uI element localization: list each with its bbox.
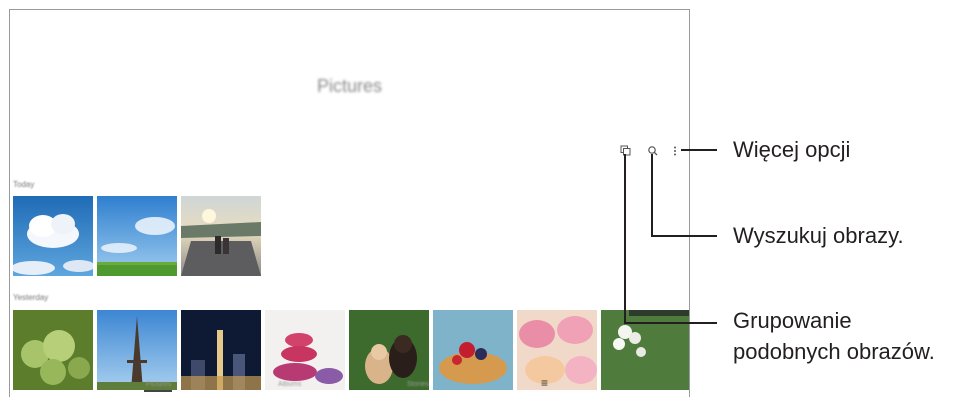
search-icon[interactable] bbox=[647, 144, 659, 156]
photo-thumbnail-sky-field[interactable] bbox=[97, 196, 177, 276]
section-label-yesterday: Yesterday bbox=[13, 293, 49, 302]
group-similar-icon[interactable] bbox=[620, 144, 632, 156]
callout-group-similar-line2: podobnych obrazów. bbox=[733, 339, 935, 364]
device-screen: Pictures Today Yesterday Pictures Albums… bbox=[9, 9, 690, 397]
photo-thumbnail-couple-road[interactable] bbox=[181, 196, 261, 276]
callout-line-more-options bbox=[681, 149, 717, 151]
callout-more-options: Więcej opcji bbox=[733, 137, 851, 162]
menu-icon[interactable]: ≡ bbox=[541, 376, 548, 390]
tab-stories[interactable]: Stories bbox=[407, 381, 429, 388]
section-label-today: Today bbox=[13, 180, 35, 189]
callout-line-search-horizontal bbox=[651, 235, 717, 237]
selected-tab-indicator bbox=[144, 390, 172, 392]
photo-thumbnail-clouds[interactable] bbox=[13, 196, 93, 276]
more-options-icon[interactable] bbox=[669, 144, 681, 156]
tab-pictures[interactable]: Pictures bbox=[146, 381, 171, 388]
tab-albums[interactable]: Albums bbox=[278, 381, 301, 388]
bottom-navigation: Pictures Albums Stories ≡ bbox=[10, 374, 689, 397]
callout-line-group-horizontal bbox=[624, 322, 717, 324]
callout-line-group-vertical bbox=[624, 154, 626, 323]
callout-group-similar-line1: Grupowanie bbox=[733, 308, 852, 333]
callout-search-images: Wyszukuj obrazy. bbox=[733, 223, 904, 248]
page-title: Pictures bbox=[316, 76, 383, 96]
callout-line-search-vertical bbox=[651, 154, 653, 236]
